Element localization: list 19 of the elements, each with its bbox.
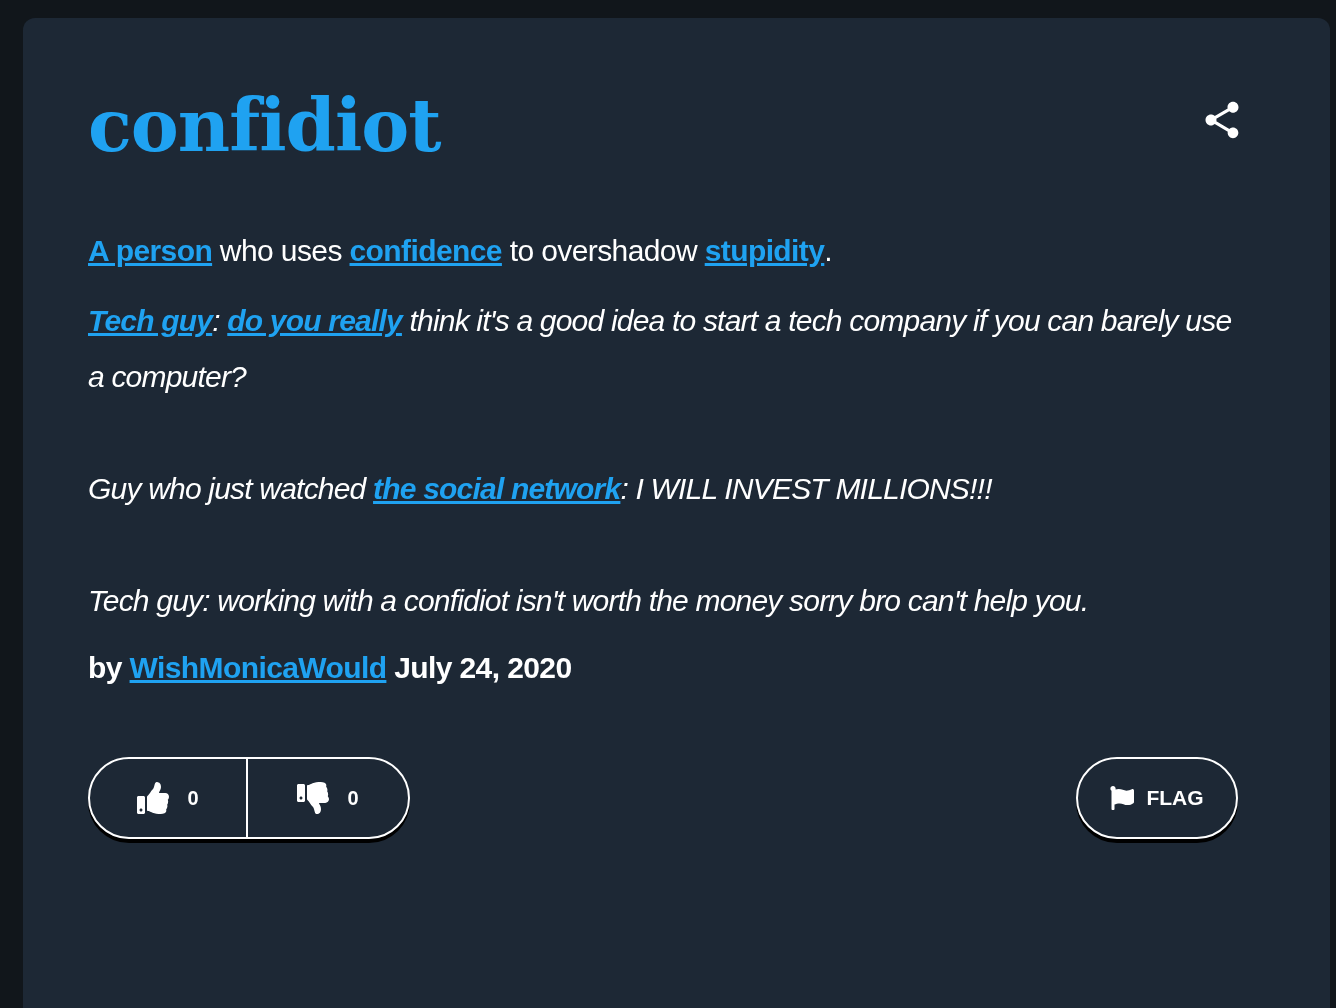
byline: by WishMonicaWould July 24, 2020 [88, 651, 573, 686]
downvote-button[interactable]: 0 [248, 759, 408, 838]
example-text: Tech guy: do you really think it's a good idea to start a tech company if you can barely use a computer? [88, 303, 1233, 396]
term-link[interactable]: A person [88, 234, 213, 268]
definition-text: A person who uses confidence to overshadow stupidity. [88, 233, 834, 270]
thumbs-down-icon [297, 782, 330, 815]
thumbs-up-icon [137, 782, 170, 815]
term-link[interactable]: do you really [227, 304, 402, 338]
term-link[interactable]: stupidity [704, 234, 825, 268]
word-title: confidiot [88, 86, 441, 166]
author-link[interactable]: WishMonicaWould [129, 651, 387, 685]
example-text: Guy who just watched the social network: I WILL INVEST MILLIONS!!! [88, 471, 994, 508]
flag-icon [1110, 786, 1135, 811]
upvote-button[interactable]: 0 [90, 759, 248, 838]
flag-button[interactable]: FLAG [1076, 757, 1238, 840]
term-link[interactable]: the social network [373, 472, 621, 506]
term-link[interactable]: Tech guy [88, 304, 213, 338]
example-text: Tech guy: working with a confidiot isn't worth the money sorry bro can't help you. [88, 583, 1090, 620]
term-link[interactable]: confidence [349, 234, 502, 268]
